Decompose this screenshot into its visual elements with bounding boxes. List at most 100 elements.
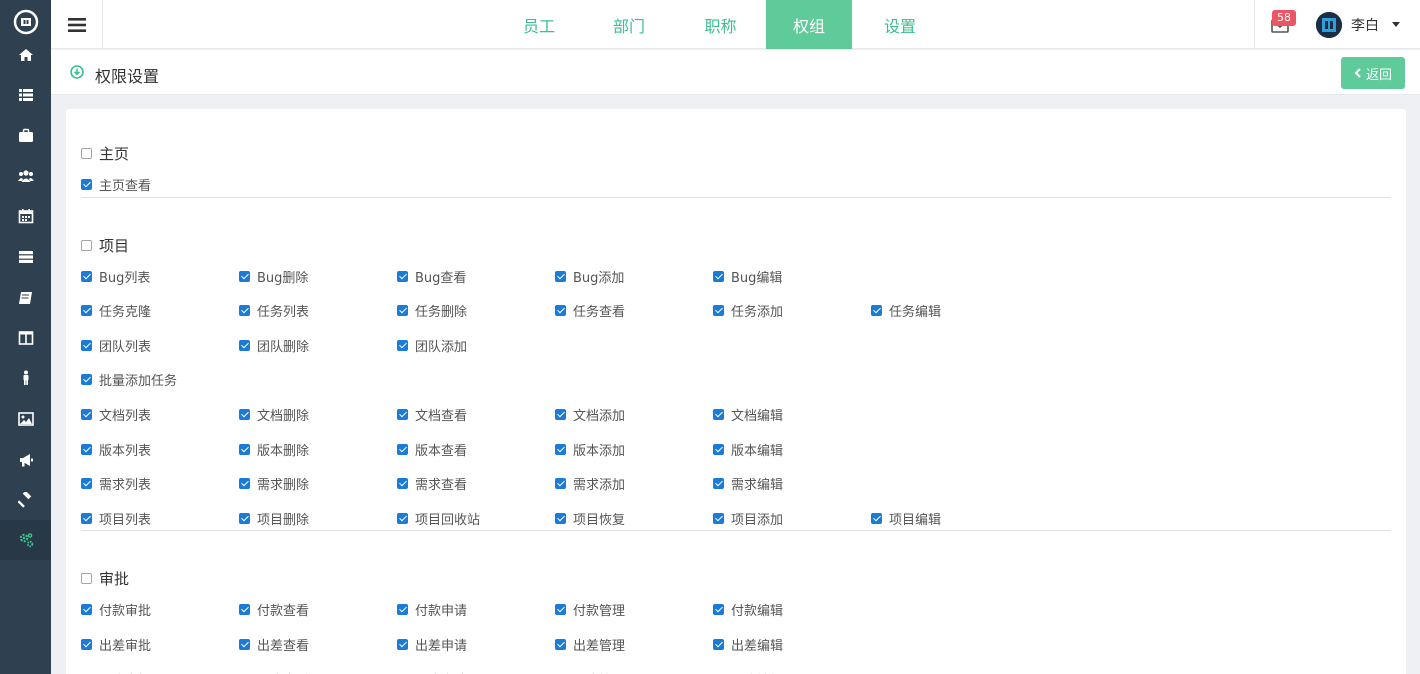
sidebar-item-list[interactable] — [0, 75, 51, 115]
permission-item[interactable]: 任务编辑 — [871, 301, 941, 320]
section-checkbox[interactable] — [81, 573, 92, 585]
tab-1[interactable]: 员工 — [495, 0, 583, 49]
permission-checkbox[interactable] — [239, 339, 250, 351]
permission-item[interactable]: 加班查看 — [239, 670, 309, 674]
tab-4[interactable]: 权组 — [766, 0, 852, 49]
permission-item[interactable]: Bug删除 — [239, 267, 308, 286]
permission-item[interactable]: 团队添加 — [397, 336, 467, 355]
section-title[interactable]: 审批 — [81, 568, 129, 589]
permission-item[interactable]: 版本编辑 — [713, 440, 783, 459]
sidebar-item-image[interactable] — [0, 399, 51, 439]
permission-item[interactable]: 任务克隆 — [81, 301, 151, 320]
section-checkbox[interactable] — [81, 148, 92, 159]
permission-item[interactable]: 文档删除 — [239, 405, 309, 424]
permission-checkbox[interactable] — [397, 339, 408, 351]
permission-checkbox[interactable] — [397, 270, 408, 282]
permission-item[interactable]: 付款查看 — [239, 600, 309, 619]
permission-item[interactable]: 文档编辑 — [713, 405, 783, 424]
sidebar-item-home[interactable] — [0, 35, 51, 75]
permission-item[interactable]: 需求添加 — [555, 474, 625, 493]
permission-checkbox[interactable] — [713, 604, 724, 616]
section-title[interactable]: 主页 — [81, 143, 129, 164]
permission-checkbox[interactable] — [81, 179, 92, 190]
permission-checkbox[interactable] — [871, 305, 882, 317]
permission-checkbox[interactable] — [397, 478, 408, 490]
sidebar-item-book[interactable] — [0, 278, 51, 318]
permission-checkbox[interactable] — [397, 443, 408, 455]
avatar[interactable] — [1316, 12, 1342, 38]
permission-item[interactable]: 出差审批 — [81, 635, 151, 654]
permission-item[interactable]: 主页查看 — [81, 175, 151, 194]
tab-2[interactable]: 部门 — [583, 0, 675, 49]
permission-checkbox[interactable] — [555, 443, 566, 455]
sidebar-item-person[interactable] — [0, 358, 51, 398]
permission-item[interactable]: 项目回收站 — [397, 509, 480, 528]
permission-checkbox[interactable] — [713, 305, 724, 317]
permission-checkbox[interactable] — [239, 305, 250, 317]
permission-checkbox[interactable] — [397, 512, 408, 524]
menu-toggle-icon[interactable] — [51, 0, 103, 49]
permission-item[interactable]: 项目恢复 — [555, 509, 625, 528]
permission-item[interactable]: 付款申请 — [397, 600, 467, 619]
permission-item[interactable]: 需求列表 — [81, 474, 151, 493]
permission-checkbox[interactable] — [81, 639, 92, 650]
user-name[interactable]: 李白 — [1351, 15, 1379, 35]
sidebar-item-users[interactable] — [0, 156, 51, 196]
permission-item[interactable]: Bug编辑 — [713, 267, 782, 286]
permission-checkbox[interactable] — [555, 639, 566, 650]
permission-item[interactable]: Bug查看 — [397, 267, 466, 286]
permission-checkbox[interactable] — [713, 639, 724, 650]
permission-item[interactable]: 项目编辑 — [871, 509, 941, 528]
permission-checkbox[interactable] — [713, 270, 724, 282]
sidebar-item-gavel[interactable] — [0, 480, 51, 520]
permission-item[interactable]: 文档添加 — [555, 405, 625, 424]
permission-checkbox[interactable] — [81, 339, 92, 351]
permission-item[interactable]: Bug添加 — [555, 267, 624, 286]
tab-3[interactable]: 职称 — [675, 0, 766, 49]
permission-checkbox[interactable] — [713, 512, 724, 524]
permission-item[interactable]: 版本列表 — [81, 440, 151, 459]
permission-item[interactable]: 项目添加 — [713, 509, 783, 528]
permission-item[interactable]: 加班管理 — [555, 670, 625, 674]
sidebar-item-settings-gears[interactable] — [0, 520, 51, 560]
permission-item[interactable]: 团队删除 — [239, 336, 309, 355]
section-title[interactable]: 项目 — [81, 235, 129, 256]
permission-item[interactable]: 付款审批 — [81, 600, 151, 619]
permission-item[interactable]: 出差申请 — [397, 635, 467, 654]
sidebar-item-columns[interactable] — [0, 318, 51, 358]
sidebar-item-briefcase[interactable] — [0, 116, 51, 156]
permission-checkbox[interactable] — [397, 604, 408, 616]
permission-checkbox[interactable] — [239, 270, 250, 282]
permission-item[interactable]: 加班审批 — [81, 670, 151, 674]
permission-item[interactable]: 出差查看 — [239, 635, 309, 654]
permission-item[interactable]: 付款编辑 — [713, 600, 783, 619]
permission-item[interactable]: 项目列表 — [81, 509, 151, 528]
permission-checkbox[interactable] — [397, 639, 408, 650]
permission-item[interactable]: 文档查看 — [397, 405, 467, 424]
permission-checkbox[interactable] — [81, 512, 92, 524]
permission-item[interactable]: 出差管理 — [555, 635, 625, 654]
permission-checkbox[interactable] — [713, 443, 724, 455]
permission-checkbox[interactable] — [713, 409, 724, 420]
permission-item[interactable]: 任务删除 — [397, 301, 467, 320]
permission-item[interactable]: 项目删除 — [239, 509, 309, 528]
permission-checkbox[interactable] — [239, 443, 250, 455]
permission-checkbox[interactable] — [239, 512, 250, 524]
permission-item[interactable]: 文档列表 — [81, 405, 151, 424]
permission-item[interactable]: 任务列表 — [239, 301, 309, 320]
permission-item[interactable]: 任务查看 — [555, 301, 625, 320]
permission-checkbox[interactable] — [397, 409, 408, 420]
permission-item[interactable]: 任务添加 — [713, 301, 783, 320]
permission-checkbox[interactable] — [81, 409, 92, 420]
permission-checkbox[interactable] — [555, 409, 566, 420]
sidebar-item-calendar[interactable] — [0, 196, 51, 236]
permission-item[interactable]: 付款管理 — [555, 600, 625, 619]
permission-checkbox[interactable] — [555, 478, 566, 490]
permission-item[interactable]: 加班申请 — [397, 670, 467, 674]
permission-item[interactable]: 团队列表 — [81, 336, 151, 355]
permission-item[interactable]: Bug列表 — [81, 267, 150, 286]
permission-checkbox[interactable] — [81, 443, 92, 455]
permission-item[interactable]: 版本删除 — [239, 440, 309, 459]
permission-item[interactable]: 版本查看 — [397, 440, 467, 459]
permission-checkbox[interactable] — [239, 604, 250, 616]
